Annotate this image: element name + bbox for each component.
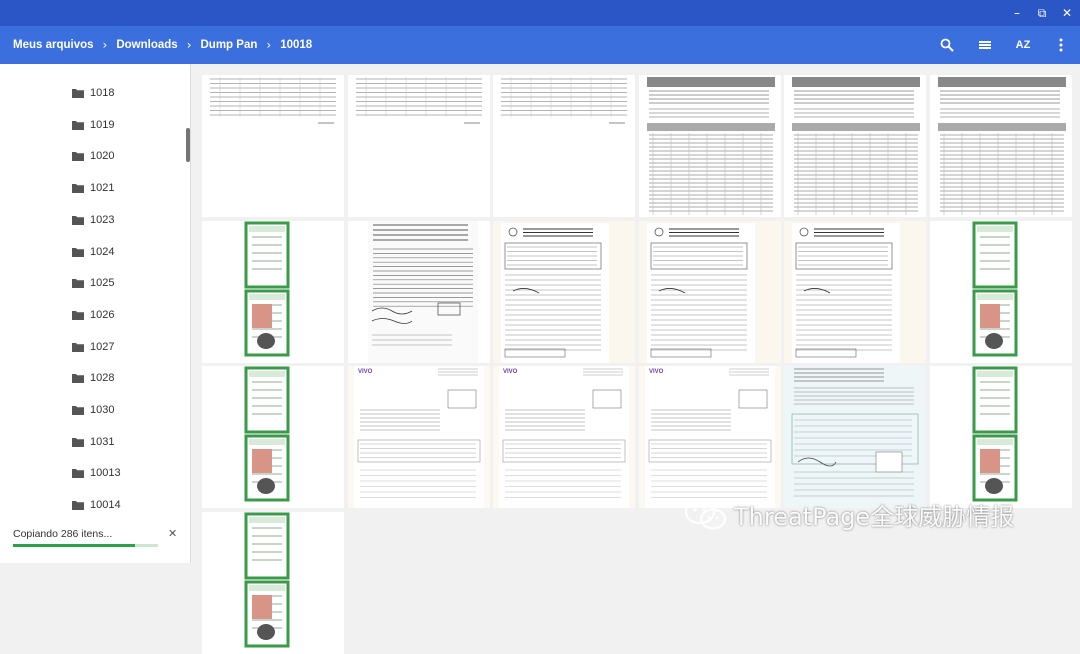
folder-label: 1019	[90, 118, 115, 131]
folder-item[interactable]: 1019	[72, 115, 114, 135]
wechat-icon	[685, 499, 726, 529]
folder-icon	[72, 342, 84, 352]
folder-item[interactable]: 1024	[72, 242, 114, 262]
folder-item[interactable]: 1031	[72, 432, 114, 452]
folder-label: 10014	[90, 499, 121, 512]
folder-item[interactable]: 1026	[72, 305, 114, 325]
folder-label: 1024	[90, 245, 115, 258]
file-thumbnail-id-card[interactable]	[929, 220, 1072, 363]
progress-label: Copiando 286 itens...	[13, 528, 113, 540]
minimize-button[interactable]: –	[1008, 4, 1026, 22]
file-thumbnail-handwritten-doc[interactable]	[347, 220, 490, 363]
folder-item[interactable]: 1028	[72, 368, 114, 388]
folder-item[interactable]: 1030	[72, 400, 114, 420]
folder-icon	[72, 279, 84, 289]
svg-text:VIVO: VIVO	[358, 369, 373, 375]
folder-label: 1031	[90, 435, 115, 448]
folder-item[interactable]: 1027	[72, 337, 114, 357]
search-icon	[940, 38, 954, 52]
file-thumbnail-table-doc[interactable]	[347, 75, 490, 217]
sort-button[interactable]: AZ	[1012, 36, 1034, 54]
folder-item[interactable]: 1021	[72, 178, 114, 198]
folder-item[interactable]: 1025	[72, 273, 114, 293]
file-thumbnail-form-table-doc[interactable]	[638, 75, 781, 217]
chevron-right-icon: ›	[186, 38, 192, 52]
file-thumbnail-id-card[interactable]	[202, 366, 344, 508]
file-thumbnail-vivo-doc[interactable]: VIVO	[638, 366, 781, 508]
more-options-button[interactable]	[1051, 36, 1071, 54]
svg-text:VIVO: VIVO	[649, 369, 664, 375]
folder-item[interactable]: 1018	[72, 83, 114, 103]
folder-label: 1030	[90, 404, 115, 416]
file-thumbnail-blue-form[interactable]	[784, 366, 926, 508]
folder-icon	[72, 89, 84, 98]
file-thumbnail-form-table-doc[interactable]	[929, 75, 1072, 217]
folder-label: 10013	[90, 467, 121, 480]
file-thumbnail-id-card[interactable]	[202, 511, 344, 654]
folder-icon	[72, 437, 84, 447]
restore-button[interactable]: ⧉	[1033, 4, 1051, 22]
folder-label: 1027	[90, 340, 115, 353]
folder-icon	[72, 184, 84, 194]
file-thumbnail-table-doc[interactable]	[493, 75, 635, 217]
file-thumbnail-vivo-doc[interactable]: VIVO	[493, 366, 635, 508]
folder-label: 1021	[90, 182, 115, 195]
folder-icon	[72, 247, 84, 257]
close-button[interactable]: ✕	[1058, 4, 1076, 22]
folder-icon	[72, 152, 84, 162]
folder-item[interactable]: 1020	[72, 146, 114, 166]
progress-bar-fill	[13, 544, 135, 547]
breadcrumb-item[interactable]: Downloads	[116, 39, 177, 51]
folder-label: 1028	[90, 372, 115, 385]
window-titlebar: – ⧉ ✕	[0, 0, 1080, 26]
close-progress-button[interactable]: ✕	[168, 527, 177, 540]
breadcrumb: Meus arquivos › Downloads › Dump Pan › 1…	[0, 26, 1080, 64]
more-vertical-icon	[1059, 38, 1063, 52]
file-thumbnail-id-card[interactable]	[202, 220, 344, 363]
file-thumbnail-official-form[interactable]	[638, 220, 781, 363]
sort-az-icon: AZ	[1015, 39, 1031, 51]
file-thumbnail-official-form[interactable]	[784, 220, 926, 363]
list-view-icon	[979, 41, 991, 49]
watermark: ThreatPage全球威胁情报	[684, 497, 1014, 532]
folder-icon	[72, 215, 84, 225]
folder-label: 1025	[90, 277, 115, 290]
breadcrumb-item[interactable]: Dump Pan	[201, 39, 258, 51]
svg-text:VIVO: VIVO	[503, 369, 518, 375]
folder-icon	[72, 374, 84, 384]
folder-label: 1020	[90, 150, 115, 163]
folder-icon	[72, 310, 84, 320]
file-thumbnail-form-table-doc[interactable]	[784, 75, 926, 217]
folder-item[interactable]: 1023	[72, 210, 114, 230]
folder-label: 1026	[90, 308, 115, 321]
progress-bar	[13, 544, 158, 547]
chevron-right-icon: ›	[266, 38, 272, 52]
copy-progress-panel: Copiando 286 itens... ✕	[0, 513, 190, 563]
divider	[190, 64, 191, 563]
breadcrumb-item[interactable]: Meus arquivos	[13, 39, 94, 51]
file-thumbnail-official-form[interactable]	[493, 220, 635, 363]
search-button[interactable]	[937, 36, 957, 54]
folder-label: 1018	[90, 87, 115, 99]
folder-item[interactable]: 10013	[72, 463, 121, 483]
file-thumbnail-vivo-doc[interactable]: VIVO	[347, 366, 490, 508]
folder-icon	[72, 501, 84, 511]
watermark-text: ThreatPage全球威胁情报	[734, 503, 1015, 531]
folder-icon	[72, 120, 84, 130]
folder-icon	[72, 469, 84, 479]
file-thumbnail-id-card[interactable]	[929, 366, 1072, 508]
folder-label: 1023	[90, 213, 115, 226]
view-toggle-button[interactable]	[975, 36, 995, 54]
folder-sidebar: 1018 1019 1020 1021 1023 1024 1025 1026 1027 1028…	[0, 64, 190, 563]
file-thumbnail-table-doc[interactable]	[202, 75, 344, 217]
folder-icon	[72, 406, 84, 415]
chevron-right-icon: ›	[102, 38, 108, 52]
breadcrumb-item[interactable]: 10018	[280, 39, 312, 51]
